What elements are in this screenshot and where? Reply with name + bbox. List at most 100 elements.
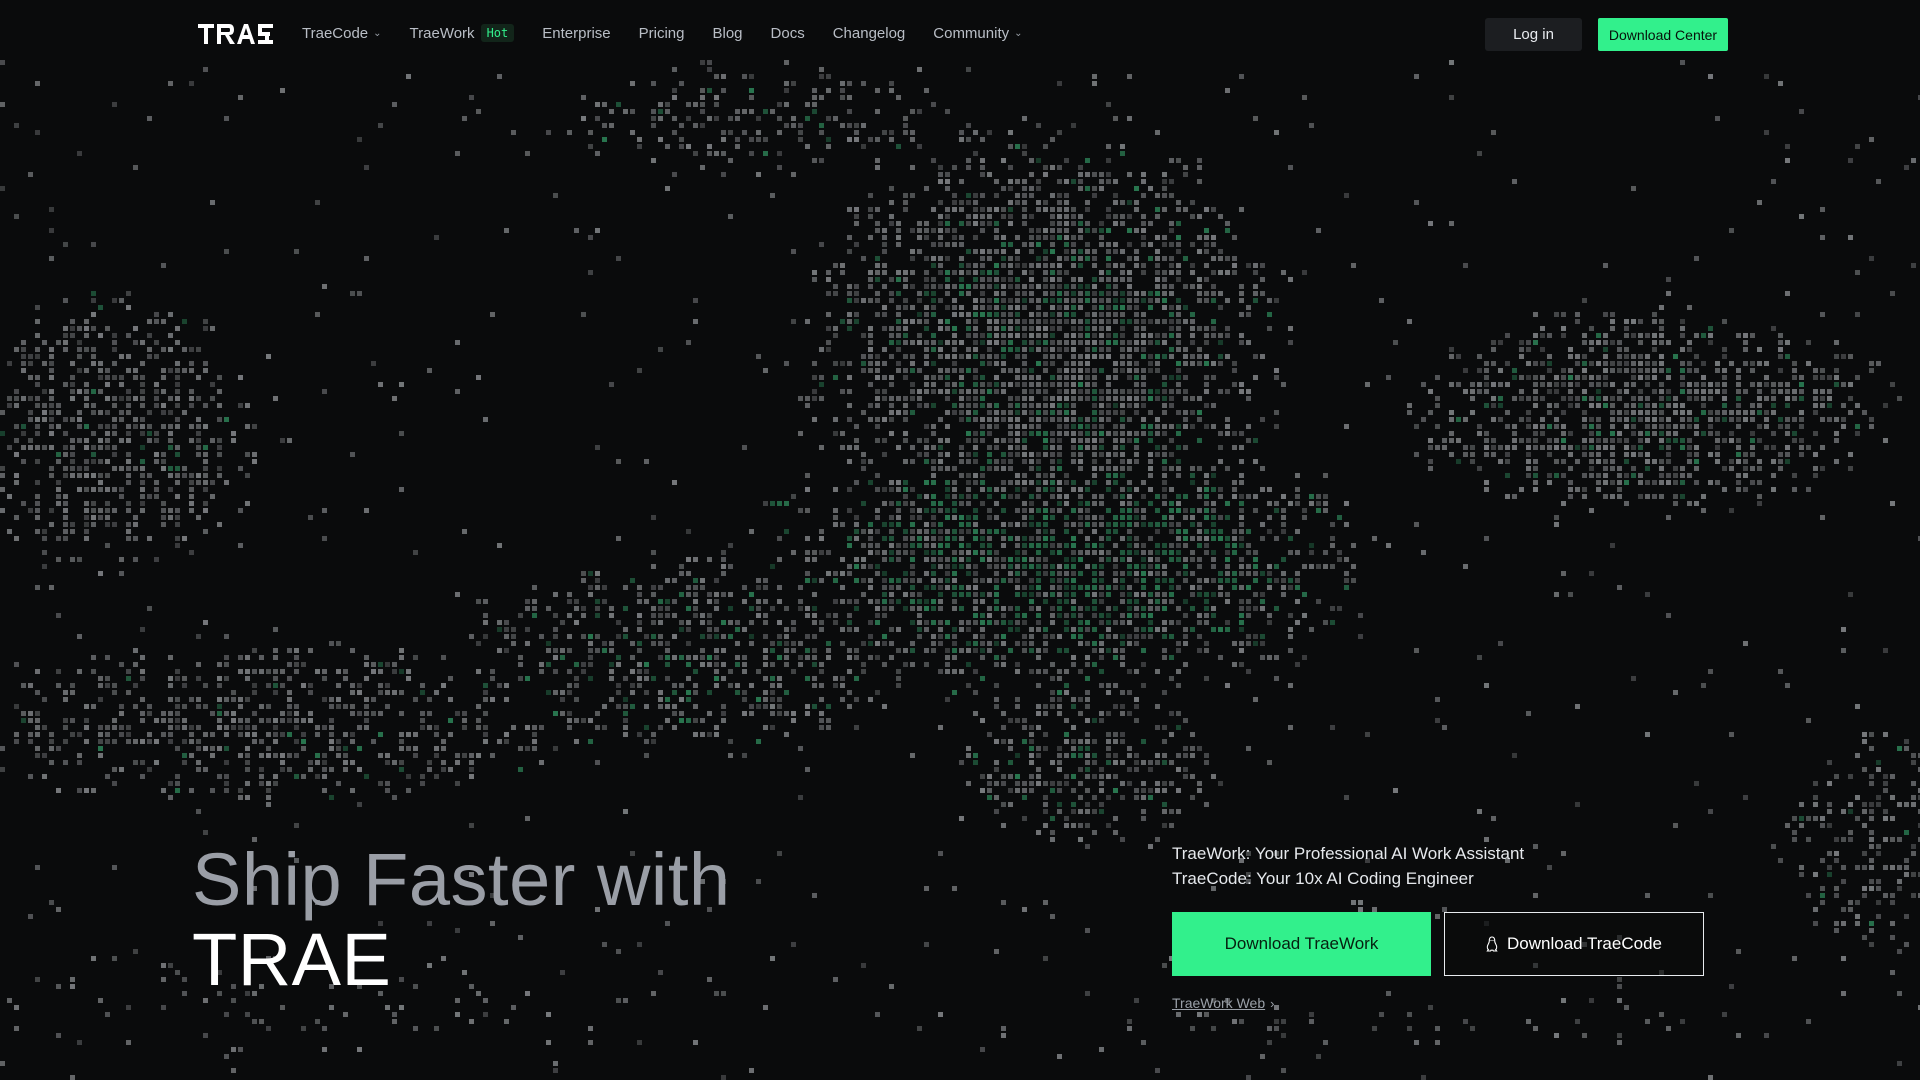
mosaic-pixel xyxy=(1113,305,1118,310)
mosaic-pixel xyxy=(707,613,712,618)
mosaic-pixel xyxy=(1239,389,1244,394)
mosaic-pixel xyxy=(833,676,838,681)
mosaic-pixel xyxy=(987,270,992,275)
mosaic-pixel xyxy=(1225,557,1230,562)
mosaic-pixel xyxy=(350,690,355,695)
mosaic-pixel xyxy=(49,466,54,471)
mosaic-pixel xyxy=(1232,382,1237,387)
mosaic-pixel xyxy=(1687,340,1692,345)
mosaic-pixel xyxy=(266,354,271,359)
mosaic-pixel xyxy=(112,508,117,513)
mosaic-pixel xyxy=(826,347,831,352)
mosaic-pixel xyxy=(322,669,327,674)
mosaic-pixel xyxy=(455,592,460,597)
mosaic-pixel xyxy=(1526,445,1531,450)
mosaic-pixel xyxy=(868,207,873,212)
mosaic-pixel xyxy=(889,221,894,226)
mosaic-pixel xyxy=(1533,445,1538,450)
mosaic-pixel xyxy=(882,662,887,667)
mosaic-pixel xyxy=(49,389,54,394)
mosaic-pixel xyxy=(1015,305,1020,310)
mosaic-pixel xyxy=(966,291,971,296)
mosaic-pixel xyxy=(1204,578,1209,583)
mosaic-pixel xyxy=(714,676,719,681)
mosaic-pixel xyxy=(938,221,943,226)
mosaic-pixel xyxy=(1113,291,1118,296)
mosaic-pixel xyxy=(1057,354,1062,359)
mosaic-pixel xyxy=(1687,368,1692,373)
mosaic-pixel xyxy=(1232,256,1237,261)
mosaic-pixel xyxy=(1687,305,1692,310)
mosaic-pixel xyxy=(1043,284,1048,289)
mosaic-pixel xyxy=(966,214,971,219)
mosaic-pixel xyxy=(784,627,789,632)
mosaic-pixel xyxy=(98,697,103,702)
mosaic-pixel xyxy=(1680,347,1685,352)
mosaic-pixel xyxy=(1183,396,1188,401)
mosaic-pixel xyxy=(1127,291,1132,296)
mosaic-pixel xyxy=(1540,347,1545,352)
mosaic-pixel xyxy=(1099,242,1104,247)
mosaic-pixel xyxy=(630,81,635,86)
mosaic-pixel xyxy=(1603,375,1608,380)
mosaic-pixel xyxy=(1043,501,1048,506)
mosaic-pixel xyxy=(952,578,957,583)
mosaic-pixel xyxy=(658,655,663,660)
mosaic-pixel xyxy=(1603,368,1608,373)
mosaic-pixel xyxy=(1106,522,1111,527)
mosaic-pixel xyxy=(861,361,866,366)
mosaic-pixel xyxy=(994,655,999,660)
mosaic-pixel xyxy=(1015,200,1020,205)
mosaic-pixel xyxy=(1141,592,1146,597)
mosaic-pixel xyxy=(763,676,768,681)
mosaic-pixel xyxy=(1148,298,1153,303)
mosaic-pixel xyxy=(1141,172,1146,177)
page: TraeCode ⌄ TraeWork Hot Enterprise Prici… xyxy=(0,0,1920,1080)
mosaic-pixel xyxy=(1428,438,1433,443)
mosaic-pixel xyxy=(497,74,502,79)
mosaic-pixel xyxy=(1099,669,1104,674)
mosaic-pixel xyxy=(1022,557,1027,562)
mosaic-pixel xyxy=(1246,543,1251,548)
mosaic-pixel xyxy=(910,501,915,506)
mosaic-pixel xyxy=(1190,424,1195,429)
mosaic-pixel xyxy=(763,585,768,590)
mosaic-pixel xyxy=(1190,214,1195,219)
mosaic-pixel xyxy=(896,228,901,233)
mosaic-pixel xyxy=(1106,270,1111,275)
mosaic-pixel xyxy=(1071,263,1076,268)
mosaic-pixel xyxy=(294,655,299,660)
mosaic-pixel xyxy=(14,347,19,352)
mosaic-pixel xyxy=(1099,340,1104,345)
mosaic-pixel xyxy=(938,326,943,331)
mosaic-pixel xyxy=(1652,389,1657,394)
mosaic-pixel xyxy=(1064,193,1069,198)
mosaic-pixel xyxy=(1029,277,1034,282)
mosaic-pixel xyxy=(784,361,789,366)
mosaic-pixel xyxy=(1484,452,1489,457)
mosaic-pixel xyxy=(987,305,992,310)
mosaic-pixel xyxy=(1113,466,1118,471)
mosaic-pixel xyxy=(308,711,313,716)
mosaic-pixel xyxy=(1554,592,1559,597)
mosaic-pixel xyxy=(189,438,194,443)
mosaic-pixel xyxy=(1036,606,1041,611)
mosaic-pixel xyxy=(1064,417,1069,422)
mosaic-pixel xyxy=(1015,578,1020,583)
mosaic-pixel xyxy=(826,571,831,576)
mosaic-pixel xyxy=(1022,361,1027,366)
mosaic-pixel xyxy=(1043,641,1048,646)
mosaic-pixel xyxy=(49,431,54,436)
mosaic-pixel xyxy=(910,585,915,590)
mosaic-pixel xyxy=(805,144,810,149)
mosaic-pixel xyxy=(882,641,887,646)
mosaic-pixel xyxy=(651,123,656,128)
mosaic-pixel xyxy=(994,389,999,394)
mosaic-pixel xyxy=(1533,431,1538,436)
mosaic-pixel xyxy=(1022,326,1027,331)
mosaic-pixel xyxy=(987,172,992,177)
mosaic-pixel xyxy=(973,613,978,618)
mosaic-pixel xyxy=(1568,389,1573,394)
mosaic-pixel xyxy=(420,683,425,688)
mosaic-pixel xyxy=(1078,256,1083,261)
